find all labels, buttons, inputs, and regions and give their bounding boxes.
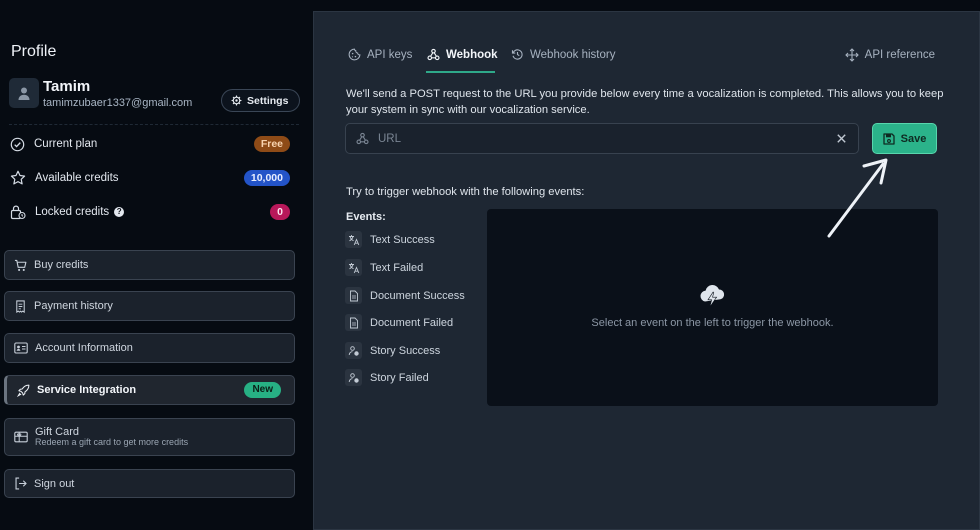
gift-card-subtitle: Redeem a gift card to get more credits bbox=[35, 437, 189, 448]
buy-credits-label: Buy credits bbox=[34, 259, 89, 271]
webhook-icon bbox=[427, 48, 440, 61]
sidebar: Profile Tamim tamimzubaer1337@gmail.com … bbox=[0, 0, 305, 530]
event-document-success-label: Document Success bbox=[370, 289, 465, 302]
gift-card-icon bbox=[14, 431, 28, 443]
cart-icon bbox=[14, 259, 27, 271]
event-text-failed[interactable]: Text Failed bbox=[345, 259, 423, 276]
locked-credits-label: Locked credits ? bbox=[35, 206, 125, 218]
user-name: Tamim bbox=[43, 78, 91, 95]
user-card: Tamim tamimzubaer1337@gmail.com Settings bbox=[9, 78, 300, 112]
close-icon[interactable] bbox=[835, 132, 848, 145]
event-story-success-label: Story Success bbox=[370, 344, 441, 357]
settings-button[interactable]: Settings bbox=[221, 89, 300, 112]
move-arrows-icon bbox=[844, 48, 859, 62]
check-circle-icon bbox=[10, 137, 25, 151]
translate-icon bbox=[345, 231, 362, 248]
service-integration-button[interactable]: Service Integration New bbox=[4, 375, 295, 405]
lock-clock-icon bbox=[10, 205, 26, 220]
receipt-icon bbox=[16, 299, 25, 313]
main-panel: API keys Webhook Webhook history API ref… bbox=[313, 11, 980, 530]
event-document-failed-label: Document Failed bbox=[370, 316, 454, 329]
save-label: Save bbox=[900, 132, 927, 145]
active-tab-indicator bbox=[426, 71, 495, 73]
divider bbox=[9, 124, 299, 125]
new-badge: New bbox=[244, 382, 281, 398]
buy-credits-button[interactable]: Buy credits bbox=[4, 250, 295, 280]
api-reference-label: API reference bbox=[864, 49, 935, 61]
story-icon bbox=[345, 342, 362, 359]
tab-webhook-history-label: Webhook history bbox=[530, 48, 616, 61]
service-integration-label: Service Integration bbox=[37, 384, 137, 396]
gift-card-text: Gift Card Redeem a gift card to get more… bbox=[35, 426, 189, 448]
webhook-description: We'll send a POST request to the URL you… bbox=[346, 88, 944, 116]
webhook-icon bbox=[356, 132, 369, 145]
sign-out-icon bbox=[15, 477, 27, 490]
user-email: tamimzubaer1337@gmail.com bbox=[43, 97, 193, 109]
gift-card-button[interactable]: Gift Card Redeem a gift card to get more… bbox=[4, 418, 295, 456]
trigger-instructions: Try to trigger webhook with the followin… bbox=[346, 186, 585, 198]
locked-credits-text: Locked credits bbox=[35, 206, 110, 218]
current-plan-label: Current plan bbox=[34, 138, 98, 150]
plan-badge: Free bbox=[253, 136, 290, 152]
event-text-failed-label: Text Failed bbox=[370, 261, 424, 274]
settings-label: Settings bbox=[247, 94, 289, 107]
event-document-success[interactable]: Document Success bbox=[345, 287, 465, 304]
tab-api-keys-label: API keys bbox=[367, 48, 413, 61]
url-field[interactable] bbox=[345, 123, 859, 154]
user-icon bbox=[18, 87, 30, 100]
credits-badge: 10,000 bbox=[243, 170, 290, 186]
annotation-arrow bbox=[827, 158, 888, 238]
cloud-lightning-icon bbox=[700, 284, 725, 306]
tab-webhook-history[interactable]: Webhook history bbox=[511, 48, 615, 61]
current-plan-row: Current plan Free bbox=[10, 134, 290, 154]
sign-out-button[interactable]: Sign out bbox=[4, 469, 295, 498]
floppy-disk-icon bbox=[882, 132, 895, 145]
available-credits-label: Available credits bbox=[35, 172, 119, 184]
sign-out-label: Sign out bbox=[34, 477, 75, 490]
event-story-success[interactable]: Story Success bbox=[345, 342, 440, 359]
locked-credits-row: Locked credits ? 0 bbox=[10, 202, 290, 222]
url-input[interactable] bbox=[378, 124, 818, 153]
cookie-icon bbox=[348, 48, 361, 61]
payment-history-button[interactable]: Payment history bbox=[4, 291, 295, 321]
event-document-failed[interactable]: Document Failed bbox=[345, 314, 453, 331]
event-text-success-label: Text Success bbox=[370, 233, 435, 246]
translate-icon bbox=[345, 259, 362, 276]
rocket-icon bbox=[17, 384, 30, 397]
star-icon bbox=[10, 170, 26, 185]
events-label: Events: bbox=[346, 211, 386, 223]
event-story-failed[interactable]: Story Failed bbox=[345, 369, 429, 386]
empty-state-text: Select an event on the left to trigger t… bbox=[591, 317, 834, 329]
profile-title: Profile bbox=[11, 43, 57, 60]
event-text-success[interactable]: Text Success bbox=[345, 231, 435, 248]
document-icon bbox=[345, 314, 362, 331]
tab-webhook[interactable]: Webhook bbox=[427, 48, 498, 61]
help-icon[interactable]: ? bbox=[114, 207, 125, 217]
avatar bbox=[9, 78, 39, 108]
gear-icon bbox=[231, 95, 242, 106]
account-information-label: Account Information bbox=[35, 342, 133, 354]
story-icon bbox=[345, 369, 362, 386]
available-credits-row: Available credits 10,000 bbox=[10, 168, 290, 188]
event-story-failed-label: Story Failed bbox=[370, 371, 429, 384]
history-icon bbox=[511, 49, 523, 60]
account-information-button[interactable]: Account Information bbox=[4, 333, 295, 363]
tab-webhook-label: Webhook bbox=[446, 48, 498, 61]
tab-api-keys[interactable]: API keys bbox=[348, 48, 412, 61]
document-icon bbox=[345, 287, 362, 304]
payment-history-label: Payment history bbox=[34, 300, 113, 312]
api-reference-link[interactable]: API reference bbox=[844, 48, 935, 62]
id-card-icon bbox=[14, 342, 28, 354]
locked-badge: 0 bbox=[270, 204, 290, 220]
